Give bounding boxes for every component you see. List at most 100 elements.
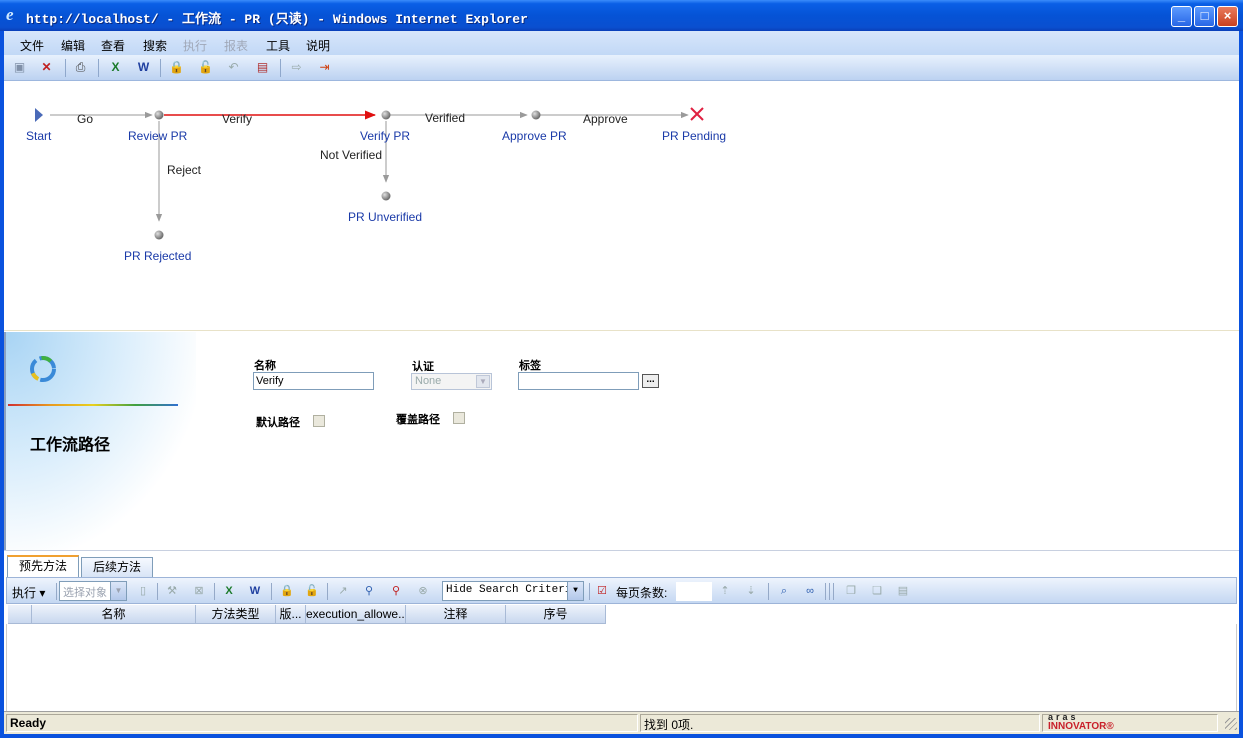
grid-column-comments[interactable]: 注释 (406, 605, 506, 624)
select-item-placeholder: 选择对象 (63, 587, 107, 599)
name-label: 名称 (254, 360, 276, 372)
save-icon[interactable]: ▣ (11, 59, 28, 76)
execute-dropdown[interactable]: 执行 ▾ (12, 584, 45, 601)
node-label-pr-pending[interactable]: PR Pending (662, 129, 726, 143)
path-label-not-verified[interactable]: Not Verified (320, 148, 382, 162)
tab-pre-methods[interactable]: 预先方法 (7, 555, 79, 577)
pr-unverified-node[interactable] (381, 191, 391, 201)
menu-reports: 报表 (224, 39, 249, 53)
page-size-label: 每页条数: (616, 586, 668, 600)
new-item-icon: ▯ (139, 585, 147, 597)
node-label-pr-rejected[interactable]: PR Rejected (124, 249, 191, 263)
preview-icon[interactable]: ⌕ (776, 583, 792, 599)
verify-pr-node[interactable] (381, 110, 391, 120)
maximize-button[interactable]: □ (1194, 6, 1215, 27)
menu-view[interactable]: 查看 (101, 37, 125, 54)
toolbar-separator (833, 583, 834, 600)
start-node-icon[interactable] (35, 108, 43, 122)
aras-innovator-logo: aras INNOVATOR® (1048, 713, 1114, 732)
search-mode-dropdown[interactable]: Hide Search Criteria ▼ (442, 581, 584, 601)
remove-item-icon: ⊠ (194, 585, 204, 597)
status-result-count: 找到 0项. (640, 714, 1040, 732)
ie-logo-icon: e (6, 5, 14, 24)
delete-icon[interactable]: ▤ (254, 59, 271, 76)
grid-column-version[interactable]: 版... (276, 605, 306, 624)
word-icon[interactable]: W (247, 583, 263, 599)
chevron-down-icon: ▼ (567, 582, 583, 600)
toolbar-separator (160, 59, 161, 77)
approve-pr-node[interactable] (531, 110, 541, 120)
resize-grip-icon[interactable] (1225, 718, 1237, 730)
path-label-go[interactable]: Go (77, 112, 93, 126)
page-frame: 文件 编辑 查看 搜索 执行 报表 工具 说明 ▣ ✕ ⎙ X W 🔒 🔓 ↶ … (4, 31, 1239, 734)
next-page-icon: ⇣ (746, 585, 756, 597)
node-label-start[interactable]: Start (26, 129, 51, 143)
tag-browse-button[interactable]: ... (642, 374, 659, 388)
main-toolbar: ▣ ✕ ⎙ X W 🔒 🔓 ↶ ▤ ⇨ ⇥ (4, 55, 1239, 81)
brand-bottom: INNOVATOR® (1048, 721, 1114, 732)
menu-tools[interactable]: 工具 (266, 37, 290, 54)
path-properties-panel: 工作流路径 名称 认证 None ▼ 标签 ... 默认路径 覆盖路径 (4, 332, 1239, 550)
path-label-approve[interactable]: Approve (583, 112, 628, 126)
node-label-review-pr[interactable]: Review PR (128, 129, 187, 143)
undo-icon: ↶ (228, 60, 239, 74)
pick-item-icon: ⚒ (167, 585, 177, 597)
path-label-verify[interactable]: Verify (222, 112, 252, 126)
toolbar-separator (768, 583, 769, 600)
unlock-icon: 🔓 (305, 585, 319, 597)
menu-help[interactable]: 说明 (306, 37, 330, 54)
menu-execute: 执行 (183, 39, 208, 53)
review-pr-node[interactable] (154, 110, 164, 120)
grid-body[interactable] (6, 624, 1237, 711)
word-icon[interactable]: W (135, 59, 152, 76)
promote-icon: ⇨ (291, 60, 302, 74)
link-icon[interactable]: ∞ (802, 583, 818, 599)
print-icon[interactable]: ⎙ (72, 59, 89, 76)
path-label-reject[interactable]: Reject (167, 163, 201, 177)
minimize-button[interactable]: _ (1171, 6, 1192, 27)
paste-icon: ❏ (872, 585, 882, 597)
close-item-icon[interactable]: ✕ (38, 59, 55, 76)
close-button[interactable]: × (1217, 6, 1238, 27)
default-path-checkbox[interactable] (313, 415, 325, 427)
banner-divider (8, 404, 178, 406)
workflow-diagram: Start Review PR Verify PR Approve PR PR … (4, 81, 1239, 331)
select-item-dropdown: 选择对象 ▼ (59, 581, 127, 601)
menu-file[interactable]: 文件 (20, 37, 44, 54)
lock-icon[interactable]: 🔒 (168, 59, 185, 76)
page-size-input[interactable] (676, 582, 712, 601)
menu-search[interactable]: 搜索 (143, 37, 167, 54)
toolbar-separator (829, 583, 830, 600)
menu-edit[interactable]: 编辑 (61, 37, 85, 54)
grid-column-selector[interactable] (8, 605, 32, 624)
grid-column-method-type[interactable]: 方法类型 (196, 605, 276, 624)
path-label-verified[interactable]: Verified (425, 111, 465, 125)
override-path-checkbox[interactable] (453, 412, 465, 424)
toolbar-separator (157, 583, 158, 600)
node-label-verify-pr[interactable]: Verify PR (360, 129, 410, 143)
grid-column-sequence[interactable]: 序号 (506, 605, 606, 624)
browser-window: e http://localhost/ - 工作流 - PR (只读) - Wi… (0, 0, 1243, 738)
workflow-path-icon (30, 356, 56, 382)
title-bar: e http://localhost/ - 工作流 - PR (只读) - Wi… (0, 0, 1243, 31)
pr-rejected-node[interactable] (154, 230, 164, 240)
end-node-icon[interactable] (690, 107, 704, 121)
checkbox-filter-icon[interactable]: ☑ (594, 583, 610, 599)
tab-post-methods[interactable]: 后续方法 (81, 557, 153, 577)
excel-icon[interactable]: X (107, 59, 124, 76)
search-mode-value: Hide Search Criteria (446, 584, 579, 596)
clear-search-icon[interactable]: ⚲ (388, 583, 404, 599)
excel-icon[interactable]: X (221, 583, 237, 599)
grid-column-name[interactable]: 名称 (32, 605, 196, 624)
search-icon[interactable]: ⚲ (361, 583, 377, 599)
open-item-icon: ↗ (338, 585, 348, 597)
node-label-pr-unverified[interactable]: PR Unverified (348, 210, 422, 224)
exit-icon[interactable]: ⇥ (316, 59, 333, 76)
grid-column-execution-allowed[interactable]: execution_allowe... (306, 605, 406, 624)
name-field[interactable] (253, 372, 374, 390)
tag-field[interactable] (518, 372, 639, 390)
toolbar-separator (65, 59, 66, 77)
window-title: http://localhost/ - 工作流 - PR (只读) - Wind… (26, 12, 528, 27)
document-icon: ▤ (897, 585, 909, 597)
node-label-approve-pr[interactable]: Approve PR (502, 129, 567, 143)
